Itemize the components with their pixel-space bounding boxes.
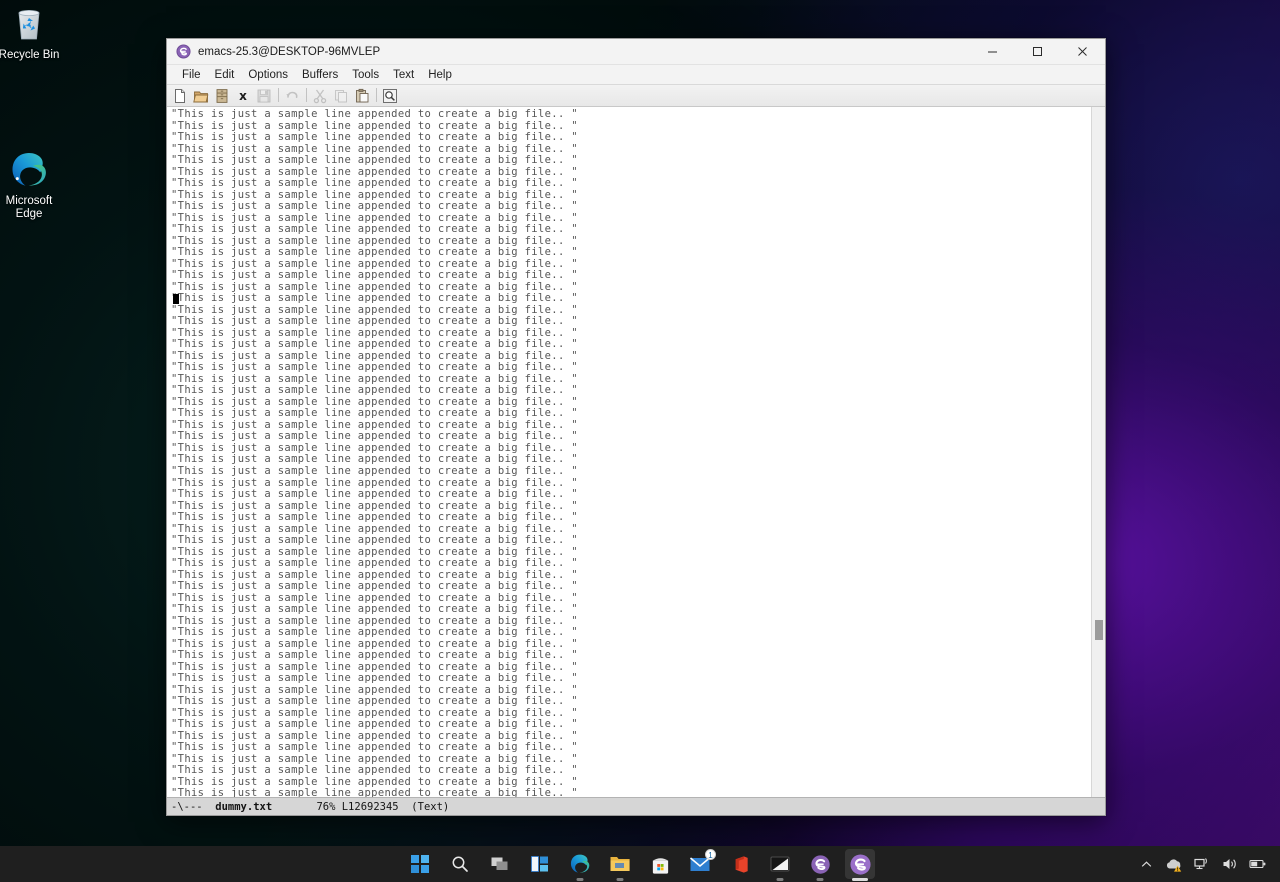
running-indicator (616, 878, 624, 881)
buffer-line[interactable]: "This is just a sample line appended to … (171, 535, 1091, 547)
desktop-icon-label-line2: Edge (15, 208, 43, 220)
modeline-percent: 76% (316, 800, 336, 813)
buffer-line[interactable]: "This is just a sample line appended to … (171, 224, 1091, 236)
menu-buffers[interactable]: Buffers (295, 65, 345, 85)
buffer-line[interactable]: "This is just a sample line appended to … (171, 247, 1091, 259)
maximize-button[interactable] (1015, 39, 1060, 65)
start-button[interactable] (405, 849, 435, 879)
mail-badge: 1 (705, 849, 716, 860)
menu-bar[interactable]: File Edit Options Buffers Tools Text Hel… (167, 65, 1105, 85)
buffer-line[interactable]: "This is just a sample line appended to … (171, 132, 1091, 144)
vertical-scrollbar[interactable] (1091, 107, 1105, 797)
toolbar-separator (373, 86, 380, 106)
menu-options[interactable]: Options (241, 65, 295, 85)
menu-edit[interactable]: Edit (208, 65, 242, 85)
task-view-button[interactable] (485, 849, 515, 879)
microsoft-edge-button[interactable] (565, 849, 595, 881)
terminal-button[interactable] (765, 849, 795, 881)
mode-line: -\--- dummy.txt 76% L12692345 (Text) (167, 797, 1105, 815)
recycle-bin-icon (9, 4, 49, 44)
buffer-line[interactable]: "This is just a sample line appended to … (171, 270, 1091, 282)
search-magnifier-icon[interactable] (380, 86, 400, 106)
search-button[interactable] (445, 849, 475, 879)
toolbar-separator (275, 86, 282, 106)
modeline-indicators: -\--- (171, 800, 203, 813)
emacs-window[interactable]: emacs-25.3@DESKTOP-96MVLEP File Edit Opt… (166, 38, 1106, 816)
buffer-line[interactable]: "This is just a sample line appended to … (171, 108, 1091, 121)
desktop-icon-microsoft-edge[interactable]: Microsoft Edge (0, 150, 68, 221)
system-tray[interactable] (1134, 846, 1274, 882)
emacs-icon (176, 44, 191, 59)
minimize-button[interactable] (970, 39, 1015, 65)
buffer-line[interactable]: "This is just a sample line appended to … (171, 788, 1091, 797)
buffer-line[interactable]: "This is just a sample line appended to … (171, 512, 1091, 524)
scrollbar-thumb[interactable] (1095, 620, 1103, 640)
mail-button[interactable]: 1 (685, 849, 716, 879)
buffer-line[interactable]: "This is just a sample line appended to … (171, 488, 1091, 501)
battery-icon[interactable] (1246, 851, 1270, 877)
file-explorer-button[interactable] (605, 849, 635, 881)
menu-tools[interactable]: Tools (345, 65, 386, 85)
modeline-major-mode: (Text) (411, 800, 450, 813)
toolbar[interactable]: x (167, 85, 1105, 107)
cut-scissors-icon (310, 86, 330, 106)
text-buffer[interactable]: "This is just a sample line appended to … (167, 107, 1091, 797)
undo-arrow-icon (282, 86, 302, 106)
edge-icon (9, 150, 49, 190)
office-button[interactable] (725, 849, 755, 879)
desktop-icon-recycle-bin[interactable]: Recycle Bin (0, 4, 68, 62)
desktop-icon-label: Recycle Bin (0, 49, 60, 61)
buffer-line[interactable]: "This is just a sample line appended to … (171, 201, 1091, 213)
widgets-button[interactable] (525, 849, 555, 879)
buffer-area[interactable]: "This is just a sample line appended to … (167, 107, 1105, 797)
running-indicator (576, 878, 584, 881)
menu-text[interactable]: Text (386, 65, 421, 85)
emacs-button[interactable] (805, 849, 835, 881)
show-hidden-icons-chevron-up-icon[interactable] (1134, 851, 1158, 877)
microsoft-store-button[interactable] (645, 849, 675, 879)
dired-drawer-icon[interactable] (212, 86, 232, 106)
emacs-active-button[interactable] (845, 849, 875, 881)
desktop-icon-label-line1: Microsoft (5, 195, 53, 207)
running-indicator (776, 878, 784, 881)
volume-icon[interactable] (1218, 851, 1242, 877)
buffer-line[interactable]: "This is just a sample line appended to … (171, 604, 1091, 616)
buffer-line[interactable]: "This is just a sample line appended to … (171, 627, 1091, 639)
paste-clipboard-icon[interactable] (352, 86, 372, 106)
close-button[interactable] (1060, 39, 1105, 65)
text-cursor (173, 294, 179, 305)
menu-file[interactable]: File (175, 65, 208, 85)
network-icon[interactable] (1190, 851, 1214, 877)
modeline-position: L12692345 (341, 800, 399, 813)
buffer-line[interactable]: "This is just a sample line appended to … (171, 155, 1091, 167)
save-disk-icon (254, 86, 274, 106)
svg-text:x: x (239, 89, 247, 103)
toolbar-separator (303, 86, 310, 106)
window-title: emacs-25.3@DESKTOP-96MVLEP (198, 45, 381, 58)
copy-icon (331, 86, 351, 106)
running-indicator (816, 878, 824, 881)
buffer-line[interactable]: "This is just a sample line appended to … (171, 581, 1091, 593)
close-x-icon[interactable]: x (233, 86, 253, 106)
buffer-line[interactable]: "This is just a sample line appended to … (171, 178, 1091, 190)
active-indicator (852, 878, 868, 881)
buffer-line[interactable]: "This is just a sample line appended to … (171, 558, 1091, 570)
buffer-line[interactable]: "This is just a sample line appended to … (171, 465, 1091, 478)
open-folder-icon[interactable] (191, 86, 211, 106)
onedrive-warning-icon[interactable] (1162, 851, 1186, 877)
window-titlebar[interactable]: emacs-25.3@DESKTOP-96MVLEP (167, 39, 1105, 65)
taskbar[interactable]: 1 (0, 846, 1280, 882)
new-file-icon[interactable] (170, 86, 190, 106)
modeline-buffer-name: dummy.txt (215, 800, 273, 813)
menu-help[interactable]: Help (421, 65, 459, 85)
